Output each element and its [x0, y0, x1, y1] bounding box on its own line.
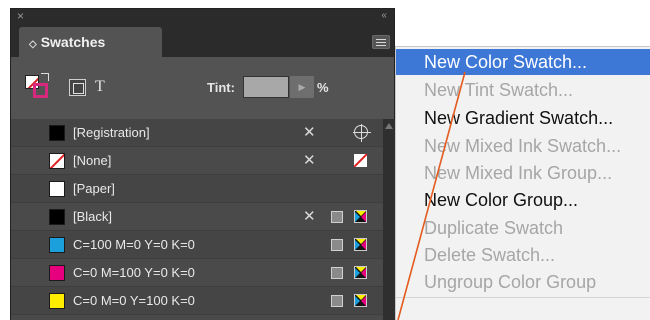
swatch-color [49, 265, 65, 281]
swatch-color [49, 125, 65, 141]
swatch-row-registration[interactable]: [Registration] ✕ [11, 119, 383, 147]
updown-arrows-icon: ◇ [29, 39, 37, 50]
menu-item-new-color-group[interactable]: New Color Group... [396, 187, 650, 213]
cmyk-icon [354, 210, 367, 223]
tint-input[interactable] [243, 76, 289, 98]
scroll-up-icon[interactable] [385, 123, 393, 129]
process-icon [331, 295, 343, 307]
menu-item-new-tint-swatch[interactable]: New Tint Swatch... [396, 77, 650, 103]
tab-swatches[interactable]: ◇ Swatches [19, 27, 162, 57]
swatch-row-magenta[interactable]: C=0 M=100 Y=0 K=0 [11, 259, 383, 287]
tab-label: Swatches [40, 34, 106, 50]
formatting-container-icon[interactable] [69, 79, 86, 96]
tint-percent-label: % [317, 80, 329, 95]
panel-titlebar: × ‹‹ [11, 9, 394, 23]
swatch-color [49, 153, 65, 169]
swatch-row-yellow[interactable]: C=0 M=0 Y=100 K=0 [11, 287, 383, 315]
menu-separator [396, 297, 650, 298]
swatch-label: C=0 M=0 Y=100 K=0 [73, 293, 195, 308]
swap-icon[interactable] [41, 73, 49, 81]
cmyk-icon [354, 266, 367, 279]
swatch-row-paper[interactable]: [Paper] [11, 175, 383, 203]
no-edit-icon: ✕ [303, 152, 316, 169]
swatch-label: C=0 M=100 Y=0 K=0 [73, 265, 195, 280]
cmyk-icon [354, 238, 367, 251]
no-edit-icon: ✕ [303, 208, 316, 225]
close-icon[interactable]: × [17, 9, 24, 23]
swatches-toolbar: T Tint: ▶ % [11, 57, 394, 119]
tint-label: Tint: [207, 80, 235, 95]
swatch-row-cyan[interactable]: C=100 M=0 Y=0 K=0 [11, 231, 383, 259]
process-icon [331, 239, 343, 251]
swatch-color [49, 181, 65, 197]
swatch-color [49, 209, 65, 225]
menu-item-new-mixed-ink-group[interactable]: New Mixed Ink Group... [396, 160, 650, 186]
process-icon [331, 211, 343, 223]
stroke-icon[interactable] [33, 83, 48, 98]
cmyk-icon [354, 294, 367, 307]
swatch-row-black[interactable]: [Black] ✕ [11, 203, 383, 231]
fill-stroke-icon[interactable] [25, 73, 49, 99]
panel-tabbar: ◇ Swatches [11, 23, 394, 57]
panel-menu-button[interactable] [372, 35, 390, 49]
menu-item-new-gradient-swatch[interactable]: New Gradient Swatch... [396, 105, 650, 131]
swatch-color [49, 237, 65, 253]
swatch-list: [Registration] ✕ [None] ✕ [Paper] [Black… [11, 119, 383, 320]
none-icon [354, 154, 367, 167]
menu-item-duplicate-swatch[interactable]: Duplicate Swatch [396, 215, 650, 241]
no-edit-icon: ✕ [303, 124, 316, 141]
swatch-label: C=100 M=0 Y=0 K=0 [73, 237, 195, 252]
registration-icon [353, 124, 371, 142]
swatches-panel-menu: New Color Swatch... New Tint Swatch... N… [395, 46, 650, 320]
menu-item-ungroup-color-group[interactable]: Ungroup Color Group [396, 269, 650, 295]
formatting-text-icon[interactable]: T [95, 78, 105, 96]
swatch-label: [Registration] [73, 125, 150, 140]
hamburger-icon [376, 39, 386, 40]
swatch-label: [None] [73, 153, 112, 168]
swatches-panel: × ‹‹ ◇ Swatches T Tint: ▶ % [Registration… [10, 8, 396, 320]
swatch-color [49, 293, 65, 309]
process-icon [331, 267, 343, 279]
tint-slider-arrow-icon[interactable]: ▶ [290, 76, 314, 98]
swatch-row-none[interactable]: [None] ✕ [11, 147, 383, 175]
menu-item-new-mixed-ink-swatch[interactable]: New Mixed Ink Swatch... [396, 133, 650, 159]
swatch-label: [Black] [73, 209, 113, 224]
menu-item-delete-swatch[interactable]: Delete Swatch... [396, 242, 650, 268]
collapse-icon[interactable]: ‹‹ [381, 9, 387, 23]
menu-item-new-color-swatch[interactable]: New Color Swatch... [396, 49, 650, 75]
swatch-label: [Paper] [73, 181, 115, 196]
